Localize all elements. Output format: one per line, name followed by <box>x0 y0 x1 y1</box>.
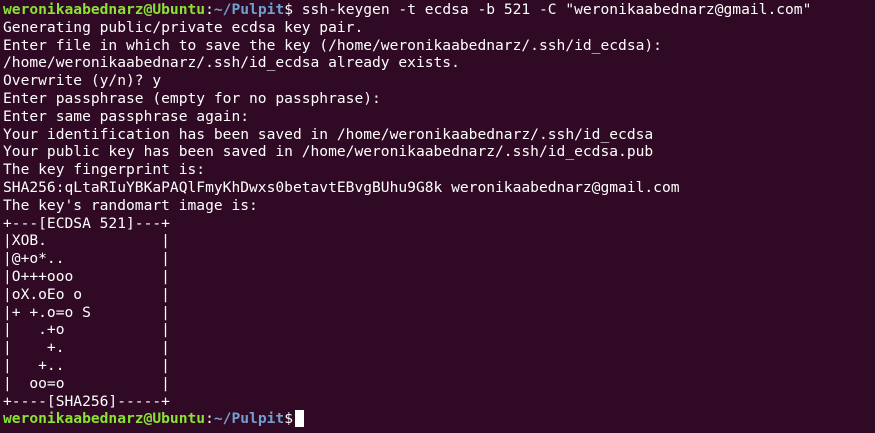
output-line: Your identification has been saved in /h… <box>3 125 654 143</box>
output-line: The key's randomart image is: <box>3 196 258 214</box>
randomart-line: | oo=o | <box>3 374 170 392</box>
randomart-line: |XOB. | <box>3 232 170 250</box>
text-cursor[interactable] <box>294 410 304 428</box>
randomart-line: | +.. | <box>3 356 170 374</box>
output-line: Overwrite (y/n)? y <box>3 72 162 90</box>
randomart-line: +----[SHA256]-----+ <box>3 392 170 410</box>
randomart-line: |O+++ooo | <box>3 267 170 285</box>
prompt-user-host: weronikaabednarz@Ubuntu <box>3 410 206 428</box>
randomart-line: |+ +.o=o S | <box>3 303 170 321</box>
output-line: Enter passphrase (empty for no passphras… <box>3 89 381 107</box>
command-line: weronikaabednarz@Ubuntu:~/Pulpit$ ssh-ke… <box>3 1 875 19</box>
output-line: Generating public/private ecdsa key pair… <box>3 18 364 36</box>
active-prompt-line[interactable]: weronikaabednarz@Ubuntu:~/Pulpit$ <box>3 410 875 428</box>
output-line: /home/weronikaabednarz/.ssh/id_ecdsa alr… <box>3 54 460 72</box>
prompt-path: ~/Pulpit <box>213 410 285 428</box>
output-line: Enter same passphrase again: <box>3 107 250 125</box>
terminal-output: weronikaabednarz@Ubuntu:~/Pulpit$ ssh-ke… <box>3 1 875 428</box>
output-line: The key fingerprint is: <box>3 161 206 179</box>
prompt-separator: : <box>205 1 214 18</box>
output-line: Your public key has been saved in /home/… <box>3 143 654 161</box>
output-line: Enter file in which to save the key (/ho… <box>3 36 662 54</box>
prompt-symbol: $ <box>284 1 293 18</box>
randomart-line: |@+o*.. | <box>3 250 170 268</box>
randomart-line: | .+o | <box>3 321 170 339</box>
randomart-line: +---[ECDSA 521]---+ <box>3 214 170 232</box>
command-text: ssh-keygen -t ecdsa -b 521 -C "weronikaa… <box>292 1 812 18</box>
prompt-user-host: weronikaabednarz@Ubuntu <box>3 1 206 18</box>
output-line: SHA256:qLtaRIuYBKaPAQlFmyKhDwxs0betavtEB… <box>3 178 680 196</box>
prompt-path: ~/Pulpit <box>213 1 285 18</box>
randomart-line: | +. | <box>3 339 170 357</box>
randomart-line: |oX.oEo o | <box>3 285 170 303</box>
terminal-window[interactable]: weronikaabednarz@Ubuntu:~/Pulpit$ ssh-ke… <box>0 0 875 433</box>
prompt-symbol: $ <box>284 410 293 428</box>
prompt-separator: : <box>205 410 214 428</box>
